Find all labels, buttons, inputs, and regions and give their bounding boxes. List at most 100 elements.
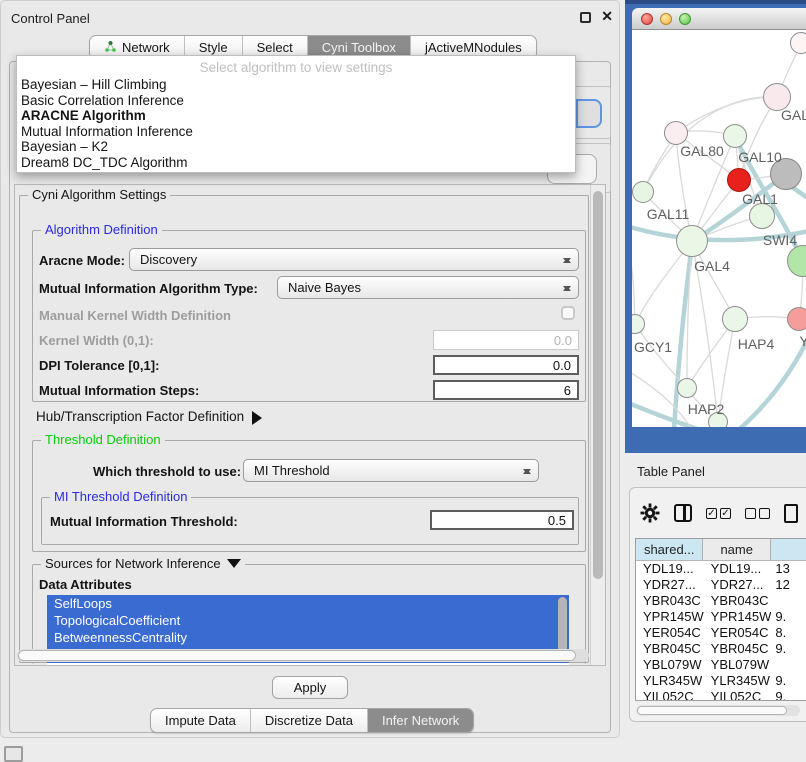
table-row[interactable]: YBL079WYBL079W (636, 657, 806, 673)
group-title: Threshold Definition (41, 432, 165, 447)
sources-toggle[interactable]: Sources for Network Inference (41, 556, 245, 575)
data-attribute-item[interactable]: SelfLoops (47, 595, 569, 612)
table-cell: YLR345W (636, 673, 704, 689)
table-cell: YBR045C (704, 641, 772, 657)
tab-label: Discretize Data (265, 713, 353, 728)
network-node[interactable] (632, 181, 654, 203)
mi-type-label: Mutual Information Algorithm Type: (39, 281, 258, 296)
column-header[interactable]: shared... (636, 539, 703, 560)
network-node[interactable] (677, 378, 697, 398)
table-cell: YPR145W (704, 609, 772, 625)
mi-threshold-input[interactable] (430, 510, 574, 530)
manual-kernel-label: Manual Kernel Width Definition (39, 308, 231, 323)
network-canvas[interactable]: GAL80GAL10GAL1GAL11SWI4GAL4GCY1HAP4YHAP2… (632, 30, 806, 427)
scrollbar-thumb[interactable] (18, 650, 576, 661)
zoom-traffic-light-icon[interactable] (679, 13, 691, 25)
dpi-tolerance-label: DPI Tolerance [0,1]: (39, 358, 159, 373)
network-node[interactable] (722, 306, 748, 332)
select-all-columns-icon[interactable]: ✓✓ (706, 508, 731, 519)
table-row[interactable]: YBR043CYBR043C (636, 593, 806, 609)
table-row[interactable]: YER054CYER054C8. (636, 625, 806, 641)
node-label: GAL (781, 107, 806, 123)
network-node[interactable] (664, 121, 688, 145)
table-row[interactable]: YDL19...YDL19...13 (636, 561, 806, 577)
tab-label: Style (199, 40, 228, 55)
column-header[interactable]: name (703, 539, 770, 560)
algorithm-option[interactable]: Bayesian – K2 (17, 139, 575, 155)
close-panel-icon[interactable]: ✕ (601, 8, 613, 25)
dropdown-placeholder: Select algorithm to view settings (17, 59, 575, 77)
node-table: shared...name YDL19...YDL19...13YDR27...… (635, 538, 806, 701)
tab-infer-network[interactable]: Infer Network (367, 709, 473, 732)
minimize-traffic-light-icon[interactable] (660, 13, 672, 25)
data-attribute-item[interactable]: BetweennessCentrality (47, 629, 569, 646)
scrollbar-thumb[interactable] (593, 191, 603, 579)
table-cell: YIL052C (636, 689, 704, 701)
control-panel-window: Control Panel ✕ NetworkStyleSelectCyni T… (0, 0, 620, 738)
aracne-mode-select[interactable]: Discovery (129, 248, 579, 271)
column-header[interactable] (771, 539, 806, 560)
threshold-definition-group: Threshold Definition Which threshold to … (32, 440, 586, 552)
close-traffic-light-icon[interactable] (641, 13, 653, 25)
algorithm-option[interactable]: Basic Correlation Inference (17, 93, 575, 109)
table-row[interactable]: YPR145WYPR145W9. (636, 609, 806, 625)
which-threshold-select[interactable]: MI Threshold (243, 459, 539, 482)
algorithm-option[interactable]: Dream8 DC_TDC Algorithm (17, 155, 575, 171)
table-cell: YER054C (704, 625, 772, 641)
network-node[interactable] (787, 307, 806, 331)
table-cell: YBL079W (636, 657, 704, 673)
table-cell: YDL19... (704, 561, 772, 577)
table-cell: YLR345W (704, 673, 772, 689)
float-panel-icon[interactable] (580, 12, 591, 23)
list-scrollbar-thumb[interactable] (558, 597, 567, 653)
algorithm-option[interactable]: Bayesian – Hill Climbing (17, 77, 575, 93)
node-label: GCY1 (634, 339, 672, 355)
table-cell (771, 593, 806, 609)
combo-arrows-icon (563, 281, 571, 296)
kernel-width-input[interactable] (433, 330, 579, 350)
node-label: HAP2 (688, 401, 725, 417)
new-table-icon[interactable] (784, 504, 798, 523)
network-node[interactable] (676, 225, 708, 257)
table-row[interactable]: YLR345WYLR345W9. (636, 673, 806, 689)
settings-vertical-scrollbar[interactable] (590, 185, 605, 665)
algorithm-option[interactable]: ARACNE Algorithm (17, 108, 575, 124)
unselect-all-columns-icon[interactable] (745, 508, 770, 519)
network-window-titlebar[interactable] (632, 8, 806, 30)
network-node[interactable] (727, 168, 751, 192)
mi-threshold-label: Mutual Information Threshold: (50, 514, 238, 529)
table-horizontal-scrollbar[interactable] (636, 705, 800, 716)
gear-icon[interactable] (640, 503, 660, 523)
table-cell: YIL052C (704, 689, 772, 701)
table-row[interactable]: YBR045CYBR045C9. (636, 641, 806, 657)
table-cell: YBL079W (704, 657, 772, 673)
network-inner-window: GAL80GAL10GAL1GAL11SWI4GAL4GCY1HAP4YHAP2… (632, 8, 806, 427)
tab-impute-data[interactable]: Impute Data (151, 709, 250, 732)
table-cell: 13 (771, 561, 806, 577)
mi-algorithm-type-select[interactable]: Naive Bayes (277, 276, 579, 299)
tab-label: Cyni Toolbox (322, 40, 396, 55)
hub-definition-toggle[interactable]: Hub/Transcription Factor Definition (36, 409, 269, 425)
hidden-panel-grip-icon[interactable] (4, 746, 23, 762)
network-node[interactable] (723, 124, 747, 148)
mi-steps-input[interactable] (433, 380, 579, 400)
tab-discretize-data[interactable]: Discretize Data (250, 709, 367, 732)
table-cell: YDL19... (636, 561, 704, 577)
scrollbar-thumb[interactable] (637, 706, 787, 715)
group-title: Cyni Algorithm Settings (28, 187, 170, 202)
apply-button[interactable]: Apply (272, 676, 348, 699)
network-icon (104, 40, 117, 56)
network-node[interactable] (790, 32, 806, 54)
table-row[interactable]: YDR27...YDR27...12 (636, 577, 806, 593)
show-columns-icon[interactable] (674, 504, 692, 522)
algorithm-combo-focus-fragment (576, 99, 602, 128)
manual-kernel-checkbox[interactable] (561, 306, 575, 320)
dpi-tolerance-input[interactable] (433, 355, 579, 375)
settings-horizontal-scrollbar[interactable] (17, 649, 589, 662)
table-cell: YPR145W (636, 609, 704, 625)
table-row[interactable]: YIL052CYIL052C9. (636, 689, 806, 701)
data-attribute-item[interactable]: TopologicalCoefficient (47, 612, 569, 629)
table-cell: YDR27... (704, 577, 772, 593)
node-label: GAL4 (694, 258, 730, 274)
algorithm-option[interactable]: Mutual Information Inference (17, 124, 575, 140)
